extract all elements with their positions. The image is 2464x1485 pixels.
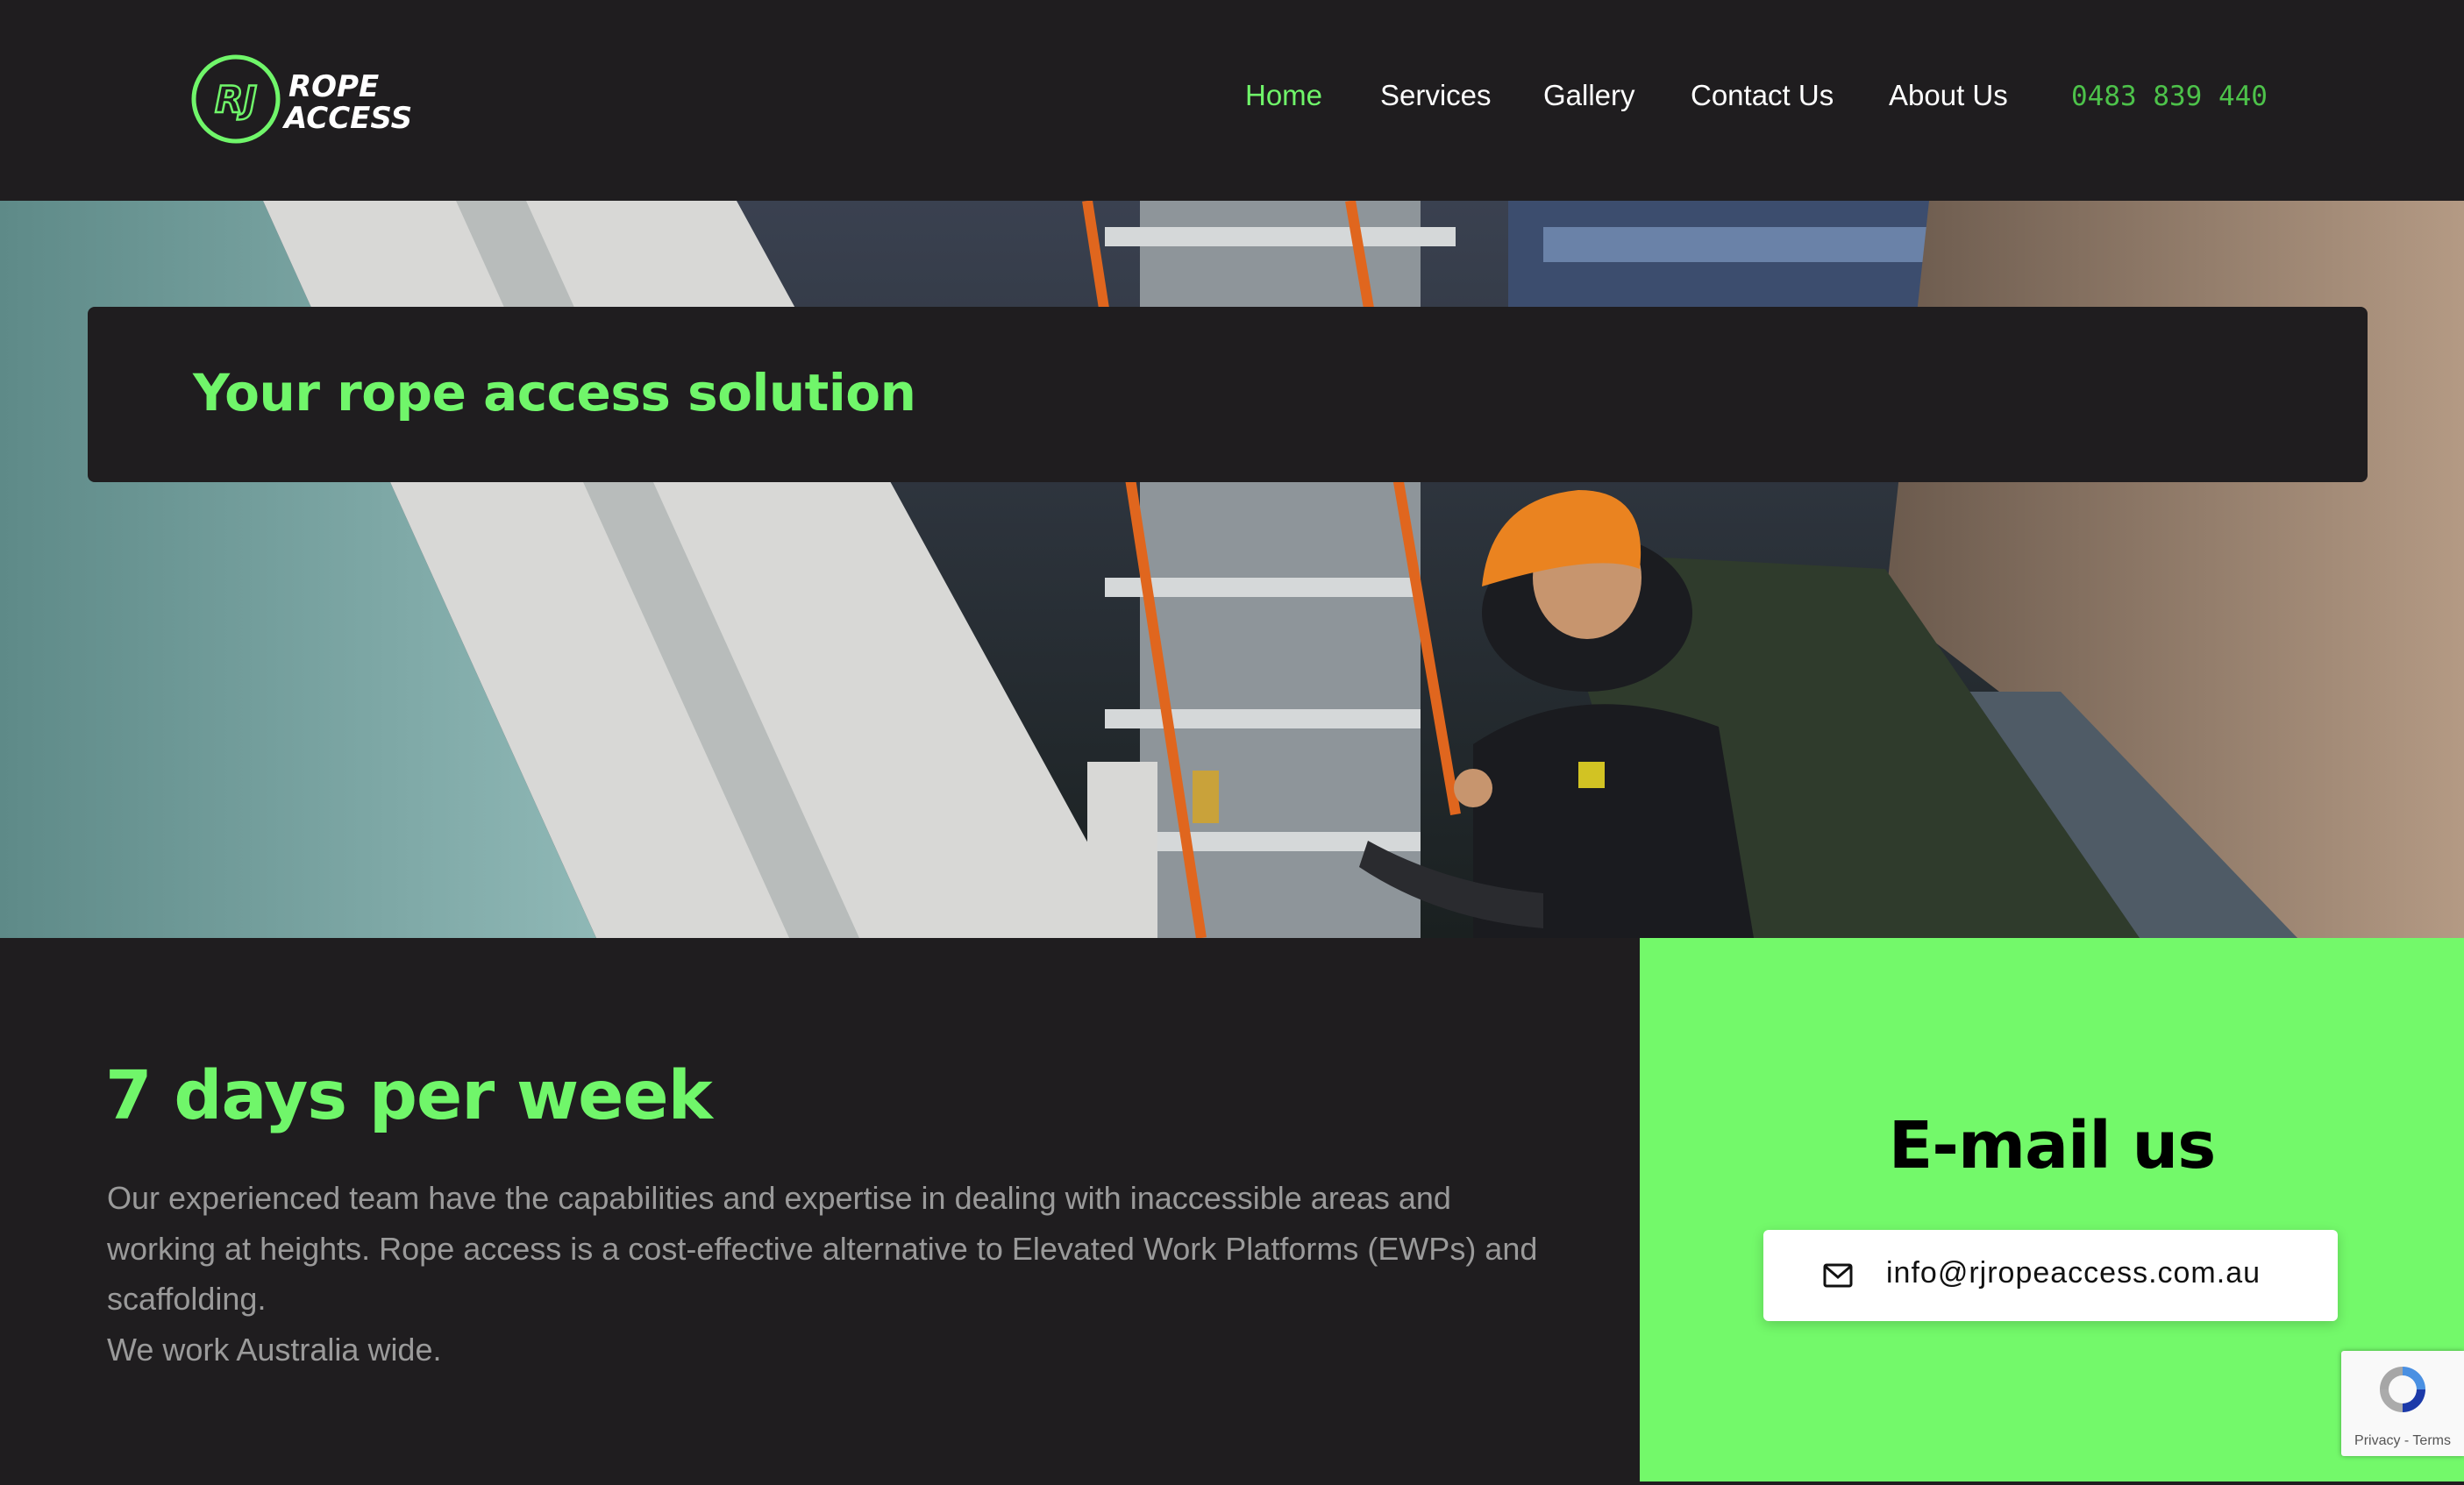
hero-title: Your rope access solution bbox=[193, 363, 916, 423]
email-button[interactable]: info@rjropeaccess.com.au bbox=[1763, 1230, 2338, 1321]
site-header: RJ ROPE ACCESS Home Services Gallery Con… bbox=[0, 0, 2464, 201]
nav-about-us[interactable]: About Us bbox=[1889, 79, 2008, 112]
nav-contact-us[interactable]: Contact Us bbox=[1691, 79, 1834, 112]
info-text: Our experienced team have the capabiliti… bbox=[107, 1173, 1545, 1375]
nav-gallery[interactable]: Gallery bbox=[1543, 79, 1635, 112]
info-section: 7 days per week Our experienced team hav… bbox=[0, 938, 1640, 1485]
nav-home[interactable]: Home bbox=[1245, 79, 1322, 112]
recaptcha-badge[interactable]: Privacy - Terms bbox=[2341, 1351, 2464, 1456]
hero-section: Your rope access solution bbox=[0, 201, 2464, 938]
email-heading: E-mail us bbox=[1888, 1108, 2217, 1183]
nav-services[interactable]: Services bbox=[1380, 79, 1492, 112]
hero-banner: Your rope access solution bbox=[88, 307, 2368, 482]
info-paragraph: Our experienced team have the capabiliti… bbox=[107, 1180, 1538, 1317]
phone-link[interactable]: 0483 839 440 bbox=[2071, 81, 2268, 112]
recaptcha-icon bbox=[2375, 1361, 2431, 1418]
recaptcha-links[interactable]: Privacy - Terms bbox=[2341, 1433, 2464, 1449]
info-heading: 7 days per week bbox=[105, 1057, 713, 1135]
email-panel: E-mail us info@rjropeaccess.com.au bbox=[1640, 938, 2464, 1481]
email-address: info@rjropeaccess.com.au bbox=[1886, 1256, 2261, 1290]
main-nav: Home Services Gallery Contact Us About U… bbox=[0, 79, 2464, 119]
envelope-icon bbox=[1823, 1263, 1853, 1288]
info-paragraph: We work Australia wide. bbox=[107, 1331, 442, 1368]
